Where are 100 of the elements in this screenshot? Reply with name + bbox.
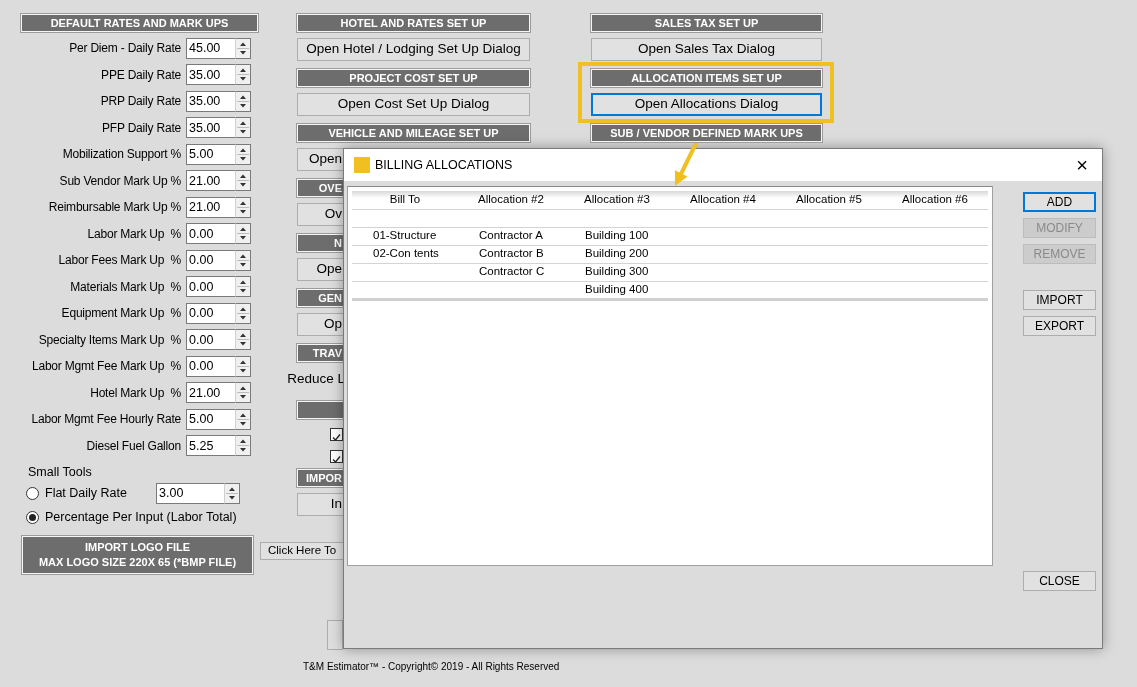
spin-button[interactable]: [235, 37, 251, 59]
column-header: Allocation #6: [882, 191, 988, 209]
spin-button[interactable]: [235, 223, 251, 245]
spin-button[interactable]: [235, 408, 251, 430]
section-header: SUB / VENDOR DEFINED MARK UPS: [591, 124, 822, 142]
field-label: Labor Mgmt Fee Hourly Rate: [30, 412, 182, 427]
number-field[interactable]: 0.00: [186, 223, 235, 245]
spin-button[interactable]: [235, 355, 251, 377]
number-field[interactable]: 5.25: [186, 435, 235, 457]
field-label: Labor Mark Up %: [86, 226, 182, 241]
field-label: PRP Daily Rate: [99, 94, 182, 109]
radio-label: Flat Daily Rate: [45, 485, 128, 501]
spin-button[interactable]: [235, 117, 251, 139]
checkbox[interactable]: [330, 427, 343, 441]
table-cell: Building 300: [564, 263, 670, 281]
number-field[interactable]: 35.00: [186, 64, 235, 86]
section-header: OVE: [297, 179, 345, 197]
spin-button[interactable]: [235, 170, 251, 192]
section-header: TRAV: [297, 344, 345, 362]
field-label: Materials Mark Up %: [69, 279, 182, 294]
open-dialog-button[interactable]: Op: [297, 313, 345, 336]
click-here-button[interactable]: Click Here To: [260, 542, 344, 560]
column-header: Allocation #3: [564, 191, 670, 209]
table-cell: Building 400: [564, 281, 670, 299]
table-cell: 01-Structure: [352, 227, 458, 245]
number-field[interactable]: 0.00: [186, 355, 235, 377]
action-button[interactable]: IMPORT: [1023, 290, 1096, 310]
section-header: DEFAULT RATES AND MARK UPS: [21, 14, 258, 32]
field-label: Equipment Mark Up %: [60, 306, 182, 321]
spin-button[interactable]: [235, 382, 251, 404]
number-field[interactable]: 5.00: [186, 408, 235, 430]
section-header: VEHICLE AND MILEAGE SET UP: [297, 124, 530, 142]
open-dialog-button[interactable]: Open Cost Set Up Dialog: [297, 93, 530, 116]
number-field[interactable]: 35.00: [186, 117, 235, 139]
import-logo-button[interactable]: IMPORT LOGO FILE MAX LOGO SIZE 220X 65 (*BMP FILE): [22, 536, 253, 574]
number-field[interactable]: 21.00: [186, 170, 235, 192]
field-label: Per Diem - Daily Rate: [68, 41, 182, 56]
field-label: PFP Daily Rate: [101, 120, 182, 135]
column-header: Allocation #4: [670, 191, 776, 209]
field-label: Diesel Fuel Gallon: [85, 438, 182, 453]
open-dialog-button[interactable]: In: [297, 493, 345, 516]
spin-button[interactable]: [235, 64, 251, 86]
number-field[interactable]: 3.00: [156, 482, 224, 504]
number-field[interactable]: 0.00: [186, 329, 235, 351]
dialog-title: BILLING ALLOCATIONS: [375, 157, 513, 173]
spin-button[interactable]: [235, 143, 251, 165]
spin-button[interactable]: [235, 196, 251, 218]
field-label: Mobilization Support %: [61, 147, 182, 162]
number-field[interactable]: 21.00: [186, 196, 235, 218]
number-field[interactable]: 0.00: [186, 249, 235, 271]
section-header: IMPOR: [297, 469, 345, 487]
number-field[interactable]: 45.00: [186, 37, 235, 59]
column-header: Allocation #5: [776, 191, 882, 209]
spin-button[interactable]: [235, 302, 251, 324]
spin-button[interactable]: [235, 249, 251, 271]
table-cell: Contractor C: [458, 263, 564, 281]
field-label: Sub Vendor Mark Up %: [58, 173, 182, 188]
table-cell: Building 100: [564, 227, 670, 245]
open-dialog-button[interactable]: Ov: [297, 203, 345, 226]
spin-button[interactable]: [235, 276, 251, 298]
table-cell: Contractor A: [458, 227, 564, 245]
close-button[interactable]: ×: [1072, 155, 1092, 175]
table-cell: 02-Con tents: [352, 245, 458, 263]
number-field[interactable]: 0.00: [186, 302, 235, 324]
section-header: PROJECT COST SET UP: [297, 69, 530, 87]
open-dialog-button[interactable]: Ope: [297, 258, 345, 281]
open-dialog-button[interactable]: Open: [297, 148, 345, 171]
spin-button[interactable]: [235, 90, 251, 112]
column-header: Allocation #2: [458, 191, 564, 209]
section-header: ALLOCATION ITEMS SET UP: [591, 69, 822, 87]
field-label: Reimbursable Mark Up %: [47, 200, 182, 215]
section-header: N: [297, 234, 345, 252]
spin-button[interactable]: [235, 329, 251, 351]
number-field[interactable]: 0.00: [186, 276, 235, 298]
table-cell: Building 200: [564, 245, 670, 263]
field-label: Hotel Mark Up %: [89, 385, 182, 400]
column-header: Bill To: [352, 191, 458, 209]
spin-button[interactable]: [235, 435, 251, 457]
radio-button[interactable]: [26, 486, 39, 500]
action-button[interactable]: ADD: [1023, 192, 1096, 212]
radio-label: Percentage Per Input (Labor Total): [45, 509, 237, 525]
spin-button[interactable]: [224, 482, 240, 504]
open-dialog-button[interactable]: Open Sales Tax Dialog: [591, 38, 822, 61]
field-label: Labor Fees Mark Up %: [57, 253, 182, 268]
section-header: HOTEL AND RATES SET UP: [297, 14, 530, 32]
copyright-text: T&M Estimator™ - Copyright© 2019 - All Rights Reserved: [303, 661, 560, 673]
number-field[interactable]: 35.00: [186, 90, 235, 112]
checkbox[interactable]: [330, 449, 343, 463]
section-header: SALES TAX SET UP: [591, 14, 822, 32]
section-header: [297, 401, 345, 419]
field-label: PPE Daily Rate: [100, 67, 182, 82]
close-dialog-button[interactable]: CLOSE: [1023, 571, 1096, 591]
open-dialog-button[interactable]: Open Allocations Dialog: [591, 93, 822, 116]
table-cell: Contractor B: [458, 245, 564, 263]
number-field[interactable]: 5.00: [186, 143, 235, 165]
radio-button[interactable]: [26, 510, 39, 524]
open-dialog-button[interactable]: Open Hotel / Lodging Set Up Dialog: [297, 38, 530, 61]
number-field[interactable]: 21.00: [186, 382, 235, 404]
group-label: Small Tools: [28, 464, 92, 481]
action-button[interactable]: EXPORT: [1023, 316, 1096, 336]
